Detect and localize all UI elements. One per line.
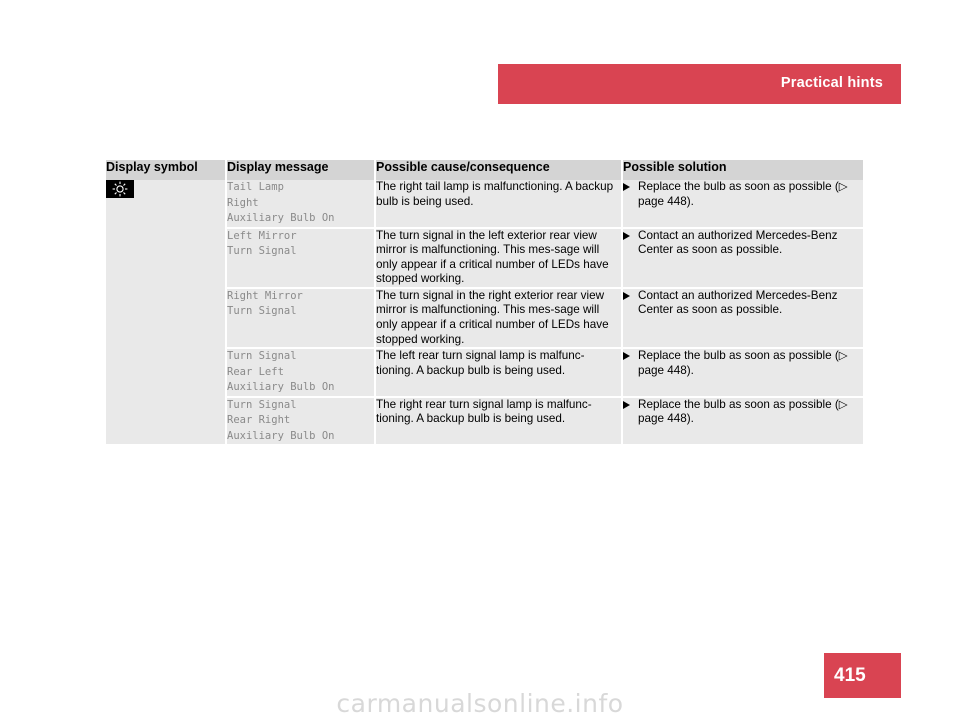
possible-solution-cell: Contact an authorized Mercedes-Benz Cent… bbox=[622, 287, 863, 350]
possible-cause-cell: The right tail lamp is malfunctioning. A… bbox=[375, 180, 623, 229]
display-message-cell: Left Mirror Turn Signal bbox=[226, 227, 376, 289]
possible-solution-text: Replace the bulb as soon as possible bbox=[638, 180, 832, 193]
possible-cause-cell: The left rear turn signal lamp is malfun… bbox=[375, 348, 623, 398]
table-row: Turn Signal Rear Left Auxiliary Bulb On … bbox=[106, 348, 863, 398]
possible-cause-text: The left rear turn signal lamp is malfun… bbox=[376, 349, 585, 377]
possible-solution-text: Contact an authorized Mercedes-Benz Cent… bbox=[638, 288, 838, 317]
page-header-bar: Practical hints bbox=[498, 64, 901, 104]
possible-cause-text: The right tail lamp is malfunctioning. A… bbox=[376, 180, 614, 208]
table-header-row: Display symbol Display message Possible … bbox=[106, 160, 863, 180]
page-number-text: 415 bbox=[834, 665, 866, 686]
possible-solution-cell: Replace the bulb as soon as possible (▷ … bbox=[622, 348, 863, 398]
display-message-cell: Tail Lamp Right Auxiliary Bulb On bbox=[226, 180, 376, 229]
display-message-text: Left Mirror Turn Signal bbox=[227, 229, 297, 258]
table-row: Turn Signal Rear Right Auxiliary Bulb On… bbox=[106, 396, 863, 445]
display-message-cell: Turn Signal Rear Left Auxiliary Bulb On bbox=[226, 348, 376, 398]
possible-cause-text: The turn signal in the right exterior re… bbox=[376, 288, 609, 346]
possible-cause-text: The right rear turn signal lamp is malfu… bbox=[376, 397, 592, 426]
display-symbol-cell bbox=[106, 180, 227, 228]
bullet-triangle-icon bbox=[623, 291, 630, 300]
display-message-cell: Turn Signal Rear Right Auxiliary Bulb On bbox=[226, 396, 376, 445]
possible-solution-cell: Replace the bulb as soon as possible (▷ … bbox=[622, 180, 863, 229]
display-message-cell: Right Mirror Turn Signal bbox=[226, 287, 376, 350]
display-symbol-cell bbox=[106, 227, 227, 288]
column-header-possible-cause: Possible cause/consequence bbox=[375, 160, 623, 180]
warning-messages-table: Display symbol Display message Possible … bbox=[106, 160, 863, 445]
column-header-display-message: Display message bbox=[226, 160, 376, 180]
display-message-text: Tail Lamp Right Auxiliary Bulb On bbox=[227, 181, 335, 224]
column-header-possible-solution: Possible solution bbox=[622, 160, 863, 180]
possible-cause-cell: The turn signal in the right exterior re… bbox=[375, 287, 623, 350]
display-symbol-cell bbox=[106, 396, 227, 445]
bullet-triangle-icon bbox=[623, 183, 630, 191]
possible-solution-cell: Replace the bulb as soon as possible (▷ … bbox=[622, 396, 863, 445]
display-message-text: Right Mirror Turn Signal bbox=[227, 289, 303, 318]
bullet-triangle-icon bbox=[623, 400, 630, 409]
possible-solution-cell: Contact an authorized Mercedes-Benz Cent… bbox=[622, 227, 863, 289]
possible-cause-cell: The turn signal in the left exterior rea… bbox=[375, 227, 623, 289]
table-row: Right Mirror Turn Signal The turn signal… bbox=[106, 287, 863, 350]
display-message-text: Turn Signal Rear Right Auxiliary Bulb On bbox=[227, 398, 335, 442]
tail-lamp-indicator-icon bbox=[106, 180, 134, 198]
document-page: Practical hints Display symbol Display m… bbox=[0, 0, 960, 720]
display-symbol-cell bbox=[106, 348, 227, 397]
display-message-text: Turn Signal Rear Left Auxiliary Bulb On bbox=[227, 350, 335, 394]
possible-solution-text: Replace the bulb as soon as possible bbox=[638, 397, 832, 411]
possible-cause-text: The turn signal in the left exterior rea… bbox=[376, 228, 609, 286]
column-header-display-symbol: Display symbol bbox=[106, 160, 227, 180]
table-row: Tail Lamp Right Auxiliary Bulb On The ri… bbox=[106, 180, 863, 229]
bullet-triangle-icon bbox=[623, 352, 630, 361]
watermark-text: carmanualsonline.info bbox=[336, 689, 624, 718]
bullet-triangle-icon bbox=[623, 231, 630, 240]
possible-solution-text: Contact an authorized Mercedes-Benz Cent… bbox=[638, 228, 838, 257]
table-row: Left Mirror Turn Signal The turn signal … bbox=[106, 227, 863, 289]
display-symbol-cell bbox=[106, 287, 227, 349]
possible-solution-text: Replace the bulb as soon as possible bbox=[638, 349, 832, 363]
page-header-title: Practical hints bbox=[780, 75, 883, 91]
possible-cause-cell: The right rear turn signal lamp is malfu… bbox=[375, 396, 623, 445]
